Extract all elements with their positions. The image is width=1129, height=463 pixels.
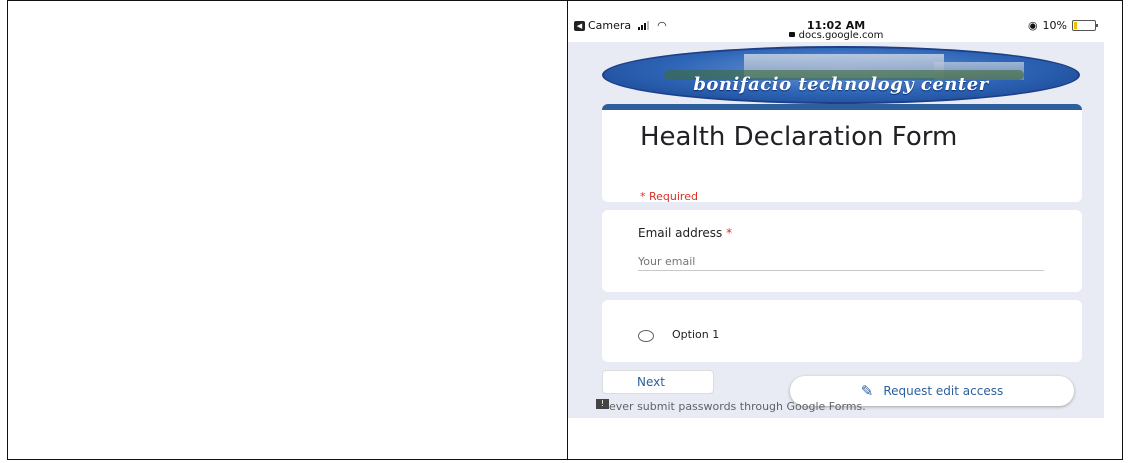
email-question-card: Email address * xyxy=(602,210,1082,292)
password-warning-text: ever submit passwords through Google For… xyxy=(609,400,866,413)
required-star: * xyxy=(726,226,733,240)
next-button[interactable]: Next xyxy=(602,370,714,394)
email-label: Email address * xyxy=(638,226,732,240)
header-banner-image: bonifacio technology center xyxy=(602,46,1080,104)
form-title: Health Declaration Form xyxy=(640,122,958,152)
status-right: ◉ 10% xyxy=(1027,19,1098,32)
email-label-text: Email address xyxy=(638,226,723,240)
radio-icon[interactable] xyxy=(638,330,654,342)
email-field[interactable] xyxy=(638,252,1044,271)
alarm-icon: ◉ xyxy=(1027,19,1038,32)
option-label[interactable]: Option 1 xyxy=(672,328,719,341)
battery-icon xyxy=(1072,20,1098,31)
warning-icon: ! xyxy=(596,398,609,409)
address-bar[interactable]: docs.google.com xyxy=(568,30,1104,41)
required-note: * Required xyxy=(640,190,698,203)
request-edit-access-label: Request edit access xyxy=(883,384,1004,398)
status-bar: ◀ Camera ◠ 11:02 AM docs.google.com ◉ 10… xyxy=(568,16,1104,42)
banner-text: bonifacio technology center xyxy=(693,74,989,95)
lock-icon xyxy=(788,31,795,37)
battery-percent: 10% xyxy=(1042,19,1067,32)
password-warning: ! ever submit passwords through Google F… xyxy=(596,398,866,413)
url-text: docs.google.com xyxy=(798,30,884,41)
option-question-card: Option 1 xyxy=(602,300,1082,362)
form-title-card: Health Declaration Form * Required xyxy=(602,104,1082,203)
phone-screenshot: ◀ Camera ◠ 11:02 AM docs.google.com ◉ 10… xyxy=(568,16,1104,418)
pencil-icon: ✎ xyxy=(860,382,874,400)
